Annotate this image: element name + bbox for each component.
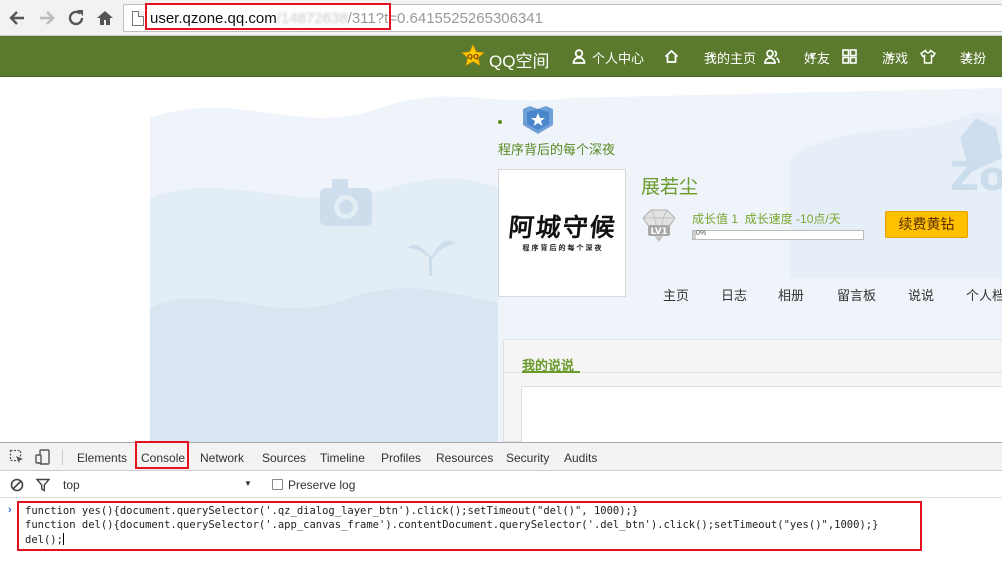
renew-vip-button[interactable]: 续费黄钻 [885, 211, 968, 238]
tab-message-board[interactable]: 留言板 [837, 285, 876, 304]
avatar-calligraphy-subtitle: 程序背后的每个深夜 [522, 245, 604, 252]
nav-item-label: 我的主页 ▼ [704, 51, 757, 66]
tab-album[interactable]: 相册 [778, 285, 804, 304]
devtools-tab-resources[interactable]: Resources [436, 451, 493, 465]
growth-info: 成长值 1 成长速度 -10点/天 [692, 210, 841, 227]
friends-icon [764, 49, 780, 64]
context-selector[interactable]: top [63, 478, 80, 492]
device-mode-icon[interactable] [35, 449, 51, 465]
console-toolbar: top ▼ Preserve log [0, 472, 1002, 498]
nav-item-label: 好友 ▼ [804, 51, 831, 66]
growth-progress-text: 0% [696, 230, 707, 237]
devtools-tab-timeline[interactable]: Timeline [320, 451, 365, 465]
avatar[interactable]: 阿城守候 程序背后的每个深夜 [498, 169, 626, 297]
chevron-down-icon: ▼ [808, 52, 816, 61]
grid-icon [842, 49, 857, 64]
panel-content [521, 386, 1002, 442]
devtools-tab-bar: Elements Console Network Sources Timelin… [0, 441, 1002, 471]
nav-item-label: 个人中心 [592, 51, 645, 66]
url-highlight-box [145, 3, 391, 30]
tab-profile[interactable]: 个人档 [966, 285, 1002, 304]
tab-blog[interactable]: 日志 [721, 285, 747, 304]
devtools-tab-sources[interactable]: Sources [262, 451, 306, 465]
growth-speed: 成长速度 -10点/天 [744, 212, 841, 226]
growth-progress-bar: 0% [692, 230, 864, 240]
qzone-top-nav: QQ QQ空间 个人中心 我的主页 ▼ 好友 ▼ 游戏 ▼ 装扮 ▼ [0, 36, 1002, 77]
nav-item-label: 装扮 ▼ [960, 51, 987, 66]
my-shuoshuo-panel: 我的说说 [503, 339, 1002, 442]
devtools-tab-security[interactable]: Security [506, 451, 549, 465]
avatar-calligraphy-title: 阿城守候 [507, 213, 619, 242]
console-tab-highlight-box [135, 441, 189, 469]
devtools-tab-elements[interactable]: Elements [77, 451, 127, 465]
username: 展若尘 [641, 177, 699, 198]
status-dot [498, 120, 502, 124]
shirt-icon [920, 49, 936, 64]
filter-icon[interactable] [36, 478, 50, 492]
nav-item-label: 游戏 ▼ [882, 51, 909, 66]
qzone-page: Zo 程序背后的每个深夜 阿城守候 程序背后的每个深夜 展若尘 LV1 成长值 … [0, 78, 1002, 442]
toolbar-separator [62, 449, 63, 465]
forward-arrow-icon[interactable] [36, 7, 58, 29]
chevron-down-icon: ▼ [708, 52, 716, 61]
svg-text:QQ: QQ [467, 53, 479, 61]
chevron-down-icon: ▼ [964, 52, 972, 61]
home-icon[interactable] [94, 7, 116, 29]
profile-subtitle: 程序背后的每个深夜 [498, 142, 616, 157]
chevron-down-icon[interactable]: ▼ [244, 479, 252, 488]
page-icon [132, 11, 144, 26]
chevron-down-icon: ▼ [886, 52, 894, 61]
panel-title-underline [522, 371, 580, 373]
tab-home[interactable]: 主页 [663, 285, 689, 304]
svg-text:Zo: Zo [950, 154, 1002, 200]
star-logo-icon: QQ [461, 44, 485, 67]
growth-value: 成长值 1 [692, 212, 739, 226]
clear-console-icon[interactable] [10, 478, 24, 492]
back-arrow-icon[interactable] [6, 7, 28, 29]
reload-icon[interactable] [65, 7, 87, 29]
preserve-log-checkbox[interactable] [272, 479, 283, 490]
person-icon [572, 49, 586, 64]
level-label: LV1 [651, 227, 668, 237]
home-icon [664, 49, 679, 63]
tab-shuoshuo[interactable]: 说说 [908, 285, 934, 304]
inspect-element-icon[interactable] [9, 449, 25, 465]
devtools-panel: Elements Console Network Sources Timelin… [0, 441, 1002, 582]
preserve-log-label: Preserve log [288, 478, 356, 492]
badge-icon [523, 106, 553, 134]
logo-text: QQ空间 [489, 52, 550, 71]
devtools-tab-audits[interactable]: Audits [564, 451, 597, 465]
console-code-highlight-box [17, 501, 922, 551]
devtools-tab-profiles[interactable]: Profiles [381, 451, 421, 465]
browser-toolbar: user.qzone.qq.com/14872638/311?t=0.64155… [0, 0, 1002, 36]
console-prompt-icon: › [8, 504, 12, 516]
devtools-tab-network[interactable]: Network [200, 451, 244, 465]
level-gem-icon: LV1 [642, 209, 676, 242]
